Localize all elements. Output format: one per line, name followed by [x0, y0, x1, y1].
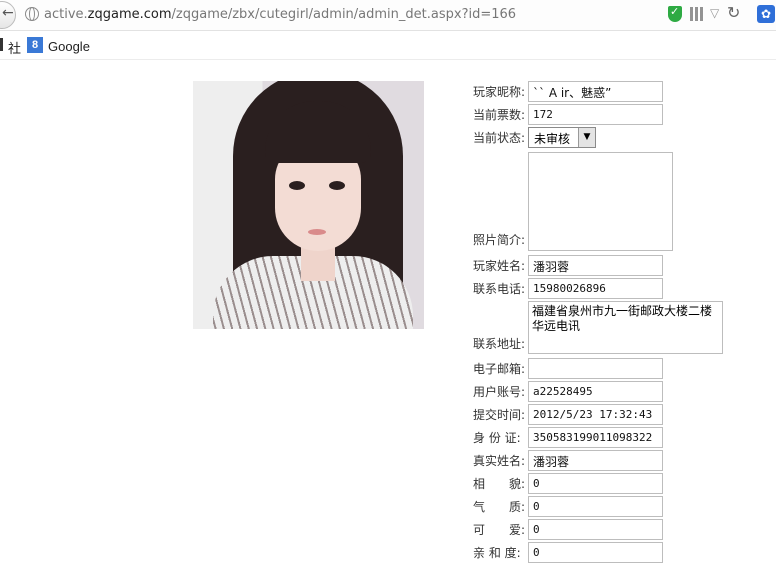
back-arrow-icon: ←: [2, 5, 14, 21]
temperament-label: 气 质:: [473, 500, 526, 514]
looks-field[interactable]: 0: [528, 473, 663, 494]
email-field[interactable]: [528, 358, 663, 379]
reload-icon[interactable]: ↻: [727, 3, 740, 22]
idcard-label: 身 份 证:: [473, 431, 521, 445]
bookmark-icon: [0, 38, 3, 51]
status-select-value: 未审核: [534, 132, 571, 146]
cute-field[interactable]: 0: [528, 519, 663, 540]
bookmarks-bar: 社 8 Google: [0, 31, 776, 60]
url-path: /zqgame/zbx/cutegirl/admin/admin_det.asp…: [171, 7, 517, 22]
submit-time-label: 提交时间:: [473, 408, 526, 422]
affinity-field[interactable]: 0: [528, 542, 663, 563]
bookmark-item-she[interactable]: 社: [8, 38, 21, 57]
url-field[interactable]: active.zqgame.com/zqgame/zbx/cutegirl/ad…: [44, 7, 516, 22]
qr-code-icon[interactable]: [690, 7, 704, 21]
phone-field[interactable]: 15980026896: [528, 278, 663, 299]
votes-label: 当前票数:: [473, 108, 526, 122]
realname-field[interactable]: 潘羽蓉: [528, 450, 663, 471]
idcard-field[interactable]: 350583199011098322: [528, 427, 663, 448]
url-domain: zqgame.com: [87, 7, 172, 22]
bookmark-item-google[interactable]: Google: [48, 39, 90, 54]
globe-icon: [25, 7, 39, 21]
account-field[interactable]: a22528495: [528, 381, 663, 402]
dropdown-triangle-icon[interactable]: ▽: [710, 6, 719, 20]
address-textarea[interactable]: 福建省泉州市九一街邮政大楼二楼华远电讯: [528, 301, 723, 354]
cute-label: 可 爱:: [473, 523, 526, 537]
affinity-label: 亲 和 度:: [473, 546, 521, 560]
looks-label: 相 貌:: [473, 477, 526, 491]
chevron-down-icon: ▼: [578, 128, 595, 147]
name-label: 玩家姓名:: [473, 259, 526, 273]
votes-field[interactable]: 172: [528, 104, 663, 125]
submit-time-field[interactable]: 2012/5/23 17:32:43: [528, 404, 663, 425]
temperament-field[interactable]: 0: [528, 496, 663, 517]
phone-label: 联系电话:: [473, 282, 526, 296]
google-icon: 8: [27, 37, 43, 53]
address-label: 联系地址:: [473, 337, 526, 351]
email-label: 电子邮箱:: [473, 362, 526, 376]
intro-textarea[interactable]: [528, 152, 673, 251]
status-label: 当前状态:: [473, 131, 526, 145]
address-bar: ← active.zqgame.com/zqgame/zbx/cutegirl/…: [0, 0, 776, 31]
realname-label: 真实姓名:: [473, 454, 526, 468]
player-photo: [193, 81, 424, 329]
baidu-paw-icon[interactable]: ✿: [757, 5, 775, 23]
nickname-label: 玩家昵称:: [473, 85, 526, 99]
account-label: 用户账号:: [473, 385, 526, 399]
security-shield-icon[interactable]: [668, 5, 682, 22]
intro-label: 照片简介:: [473, 233, 526, 247]
nickname-field[interactable]: `` A ir、魅惑”: [528, 81, 663, 102]
url-prefix: active.: [44, 7, 88, 22]
status-select[interactable]: 未审核 ▼: [528, 127, 596, 148]
name-field[interactable]: 潘羽蓉: [528, 255, 663, 276]
back-button[interactable]: ←: [0, 1, 16, 29]
